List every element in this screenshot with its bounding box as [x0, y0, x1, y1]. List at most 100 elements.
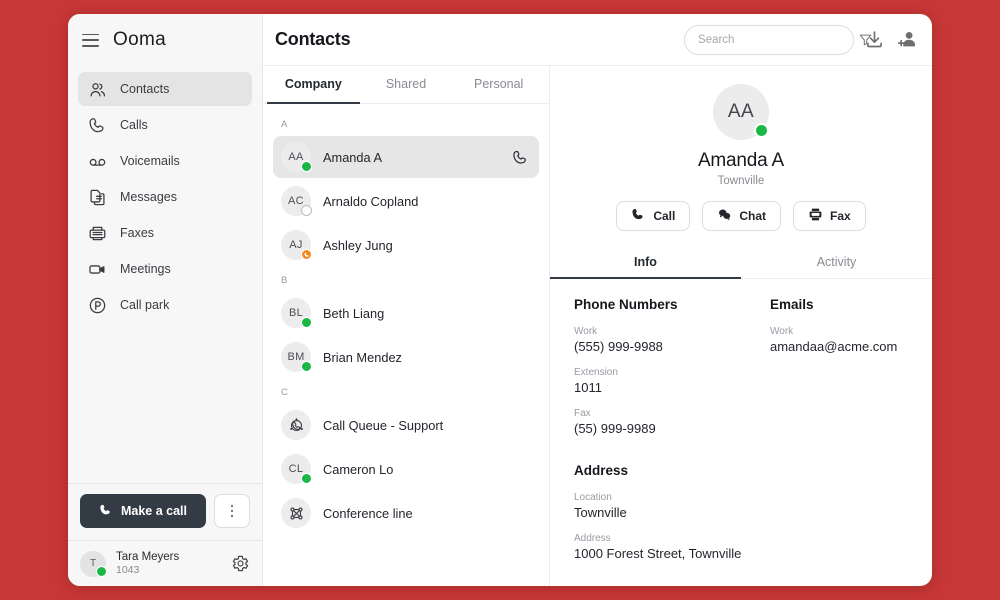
list-item[interactable]: AA Amanda A	[273, 136, 539, 178]
status-dot-online	[301, 473, 312, 484]
list-item[interactable]: Call Queue - Support	[273, 404, 539, 446]
tab-activity[interactable]: Activity	[741, 247, 932, 279]
sidebar-item-calls[interactable]: Calls	[78, 108, 252, 142]
address-section: Address Location Townville Address 1000 …	[574, 463, 908, 561]
tab-company[interactable]: Company	[267, 66, 360, 104]
contact-name: Beth Liang	[323, 305, 385, 321]
section-title: Address	[574, 463, 629, 478]
contact-list[interactable]: A AA Amanda A AC Arnaldo Copland AJ Ashl…	[263, 104, 549, 586]
gear-icon[interactable]	[231, 554, 250, 573]
make-a-call-label: Make a call	[120, 504, 187, 518]
body-split: Company Shared Personal A AA Amanda A AC…	[263, 66, 932, 586]
list-tabs: Company Shared Personal	[263, 66, 549, 104]
chat-button[interactable]: Chat	[702, 201, 781, 231]
main-area: Contacts Search Company Shared Personal …	[263, 14, 932, 586]
field-label: Work	[770, 326, 794, 337]
sidebar-item-label: Faxes	[120, 226, 155, 240]
avatar: AC	[281, 186, 312, 216]
avatar: T	[80, 550, 107, 577]
list-item[interactable]: BM Brian Mendez	[273, 336, 539, 378]
phone-icon	[99, 503, 113, 520]
contact-name: Arnaldo Copland	[323, 193, 419, 209]
sidebar-item-voicemails[interactable]: Voicemails	[78, 144, 252, 178]
tab-shared[interactable]: Shared	[360, 66, 453, 104]
brand-name: Ooma	[113, 29, 166, 50]
brand-row: Ooma	[68, 14, 262, 66]
contact-name: Conference line	[323, 505, 413, 521]
section-title: Phone Numbers	[574, 297, 678, 312]
status-dot-online	[754, 123, 769, 138]
fax-button-label: Fax	[830, 209, 851, 223]
sidebar-item-call-park[interactable]: Call park	[78, 288, 252, 322]
contact-name: Brian Mendez	[323, 349, 402, 365]
contact-name: Cameron Lo	[323, 461, 394, 477]
sidebar-item-meetings[interactable]: Meetings	[78, 252, 252, 286]
list-item[interactable]: Conference line	[273, 492, 539, 534]
status-dot-online	[301, 317, 312, 328]
field-work-email: Work amandaa@acme.com	[770, 326, 908, 354]
search-input[interactable]	[698, 33, 852, 46]
sidebar-item-label: Voicemails	[120, 154, 180, 168]
chat-button-label: Chat	[739, 209, 766, 223]
avatar	[281, 410, 311, 440]
messages-icon	[87, 187, 107, 207]
call-button[interactable]: Call	[616, 201, 691, 231]
fax-button[interactable]: Fax	[793, 201, 866, 231]
tab-info[interactable]: Info	[550, 247, 741, 279]
contact-name: Amanda A	[323, 149, 383, 165]
sidebar-item-label: Calls	[120, 118, 148, 132]
status-dot-offline	[301, 205, 312, 216]
contact-list-column: Company Shared Personal A AA Amanda A AC…	[263, 66, 550, 586]
field-label: Location	[574, 492, 612, 503]
more-options-button[interactable]	[214, 494, 250, 528]
contact-detail-panel: AA Amanda A Townville Call Chat Fax Info…	[550, 66, 932, 586]
tab-personal[interactable]: Personal	[452, 66, 545, 104]
sidebar-item-label: Meetings	[120, 262, 171, 276]
info-columns: Phone Numbers Work (555) 999-9988 Extens…	[574, 297, 908, 449]
list-item[interactable]: AJ Ashley Jung	[273, 224, 539, 266]
field-value: Townville	[574, 505, 627, 520]
make-a-call-button[interactable]: Make a call	[80, 494, 206, 528]
detail-header: AA Amanda A Townville Call Chat Fax	[550, 66, 932, 231]
park-icon	[87, 295, 107, 315]
download-icon[interactable]	[864, 29, 886, 51]
field-work-phone: Work (555) 999-9988	[574, 326, 770, 354]
sidebar-item-faxes[interactable]: Faxes	[78, 216, 252, 250]
detail-tabs: Info Activity	[550, 247, 932, 279]
list-item[interactable]: BL Beth Liang	[273, 292, 539, 334]
phone-icon	[631, 207, 646, 225]
field-label: Work	[574, 326, 598, 337]
list-item[interactable]: CL Cameron Lo	[273, 448, 539, 490]
add-contact-icon[interactable]	[896, 29, 918, 51]
field-label: Extension	[574, 367, 618, 378]
status-dot-oncall	[301, 249, 312, 260]
emails-section: Emails Work amandaa@acme.com	[770, 297, 908, 449]
group-header: B	[281, 275, 288, 286]
action-row: Call Chat Fax	[616, 201, 866, 231]
hamburger-icon[interactable]	[82, 33, 99, 47]
section-title: Emails	[770, 297, 814, 312]
conference-icon	[281, 498, 311, 528]
sidebar-item-label: Contacts	[120, 82, 170, 96]
field-value: (555) 999-9988	[574, 339, 663, 354]
avatar: CL	[281, 454, 312, 484]
list-item[interactable]: AC Arnaldo Copland	[273, 180, 539, 222]
voicemail-icon	[87, 151, 107, 171]
phone-icon[interactable]	[512, 149, 529, 166]
contact-name: Call Queue - Support	[323, 417, 444, 433]
sidebar-item-messages[interactable]: Messages	[78, 180, 252, 214]
contact-subtitle: Townville	[717, 175, 765, 187]
contacts-icon	[87, 79, 107, 99]
avatar: AA	[281, 142, 312, 172]
status-dot-online	[301, 161, 312, 172]
sidebar-item-contacts[interactable]: Contacts	[78, 72, 252, 106]
avatar: AA	[713, 84, 769, 140]
user-profile[interactable]: T Tara Meyers 1043	[68, 540, 262, 586]
avatar	[281, 498, 311, 528]
call-button-label: Call	[653, 209, 676, 223]
search-box[interactable]	[684, 24, 872, 55]
group-header: C	[281, 387, 289, 398]
field-value: 1000 Forest Street, Townville	[574, 546, 742, 561]
sidebar-item-label: Call park	[120, 298, 170, 312]
